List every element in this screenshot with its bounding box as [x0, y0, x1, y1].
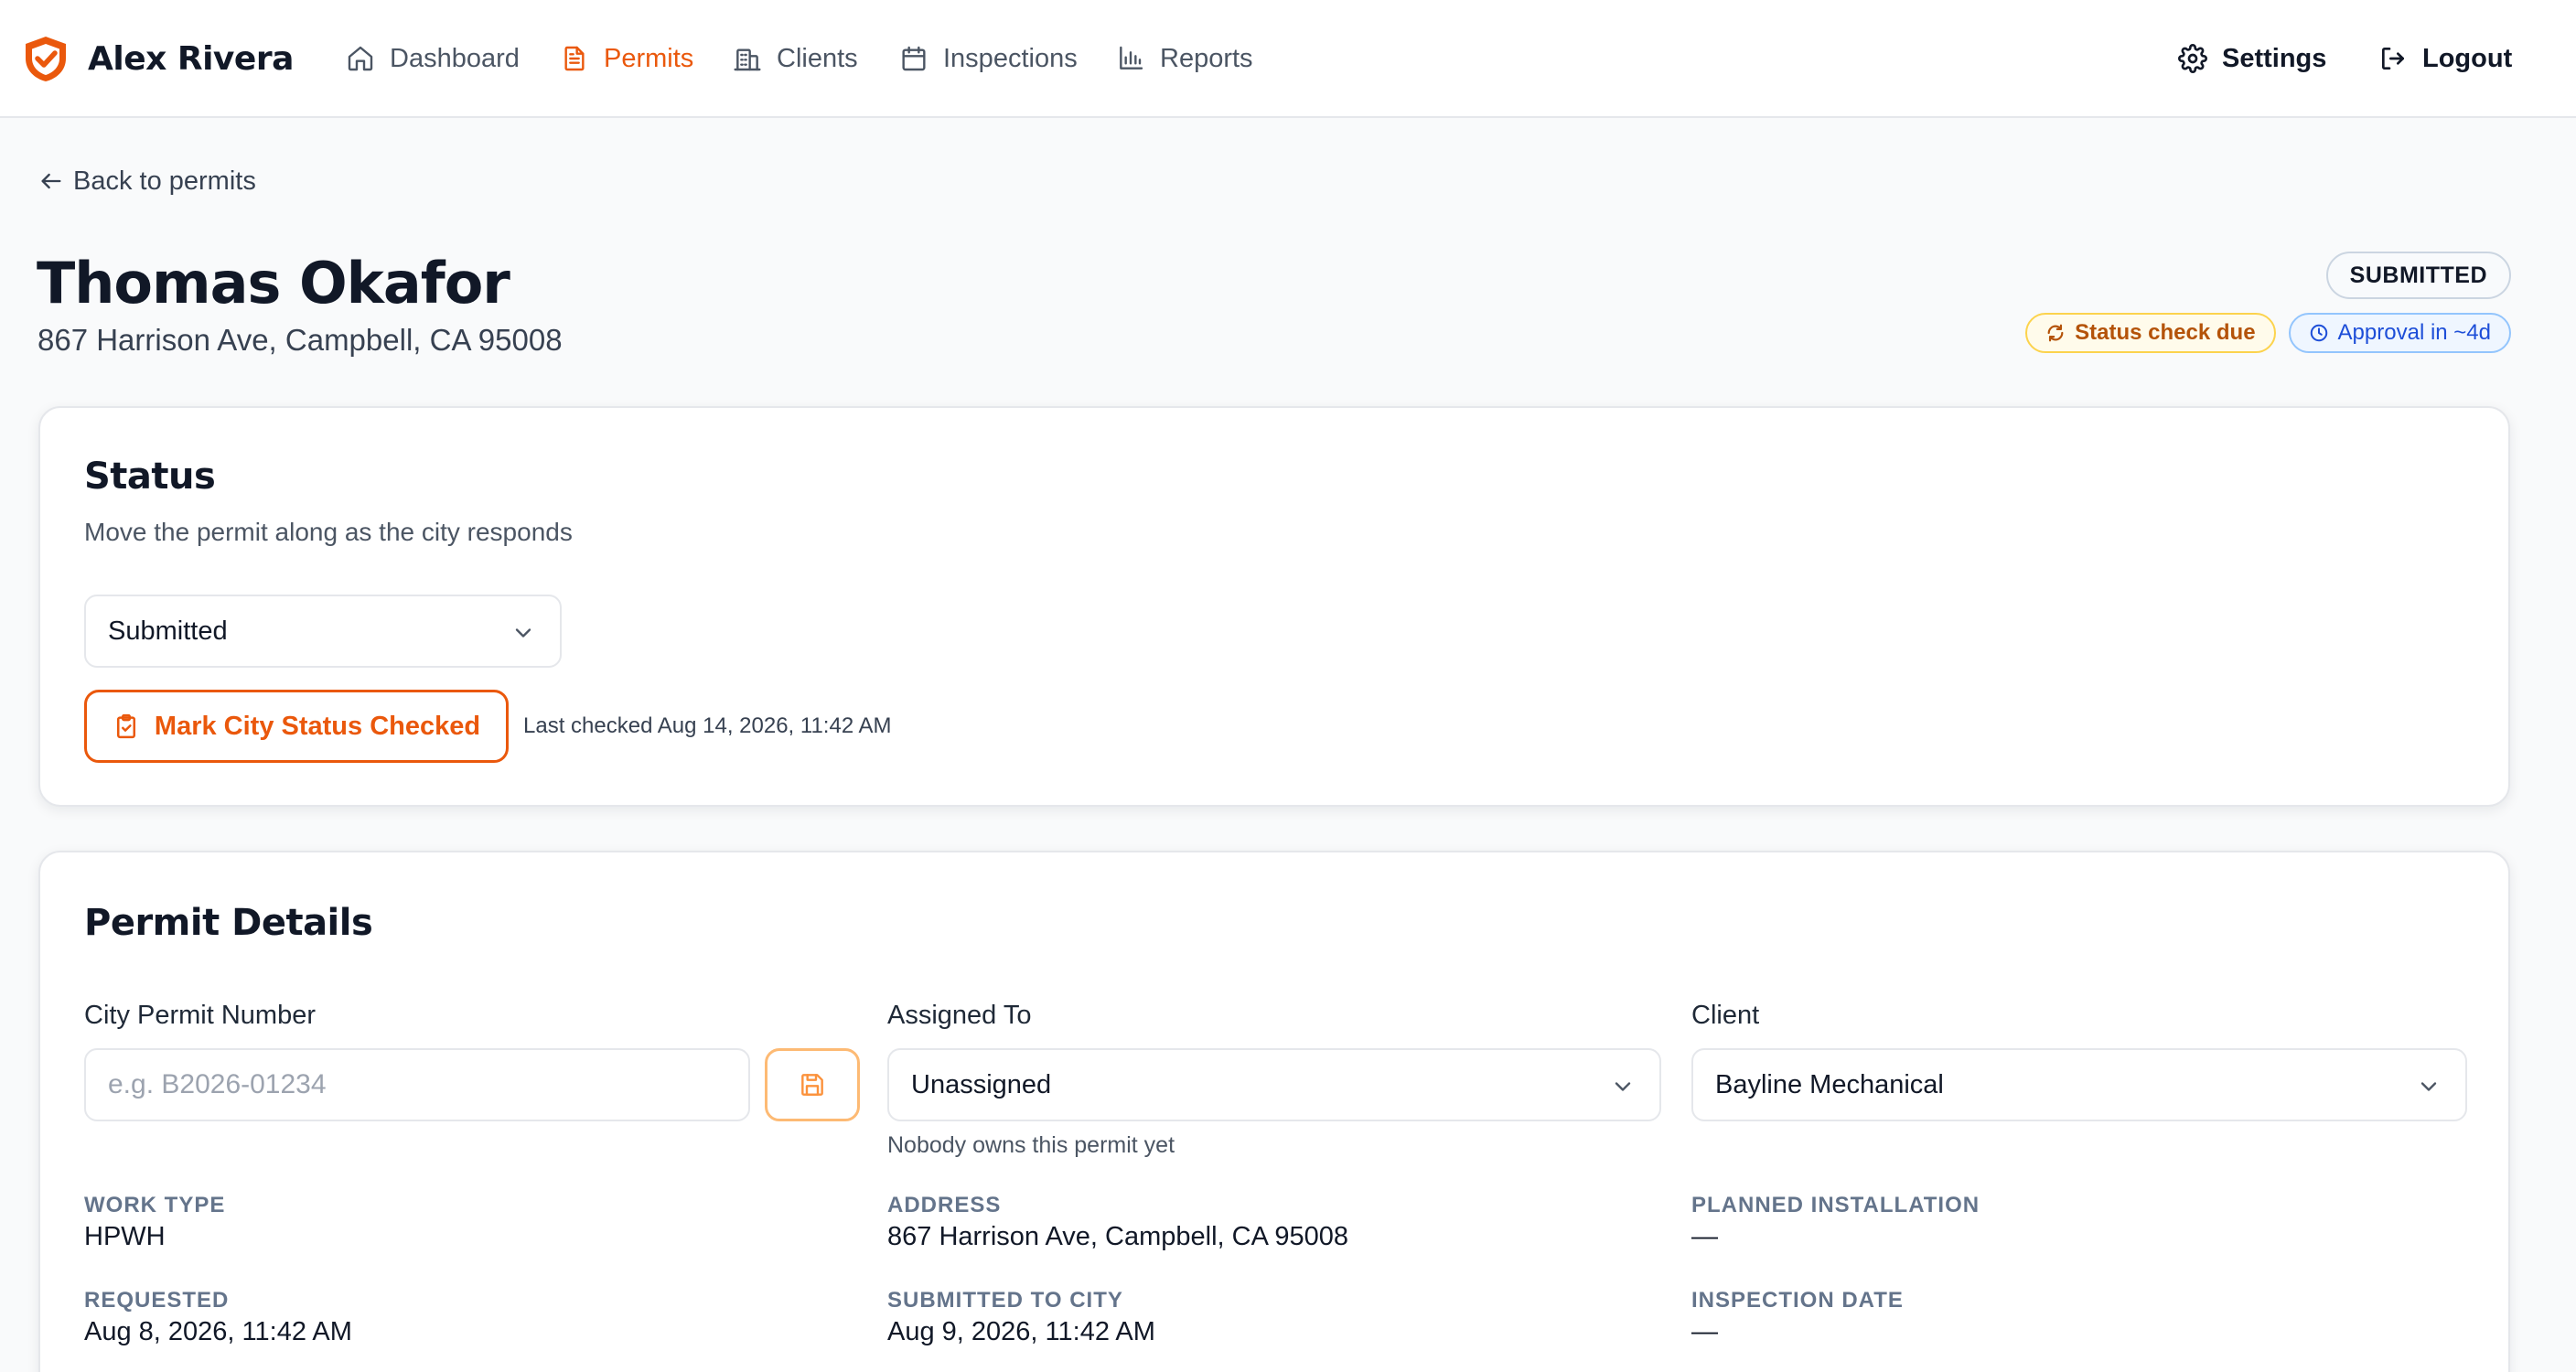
status-check-due-pill: Status check due — [2025, 313, 2276, 353]
status-pills: Status check due Approval in ~4d — [2025, 313, 2511, 353]
document-icon — [564, 46, 585, 71]
status-card-description: Move the permit along as the city respon… — [84, 518, 573, 546]
nav-clients[interactable]: Clients — [733, 37, 858, 80]
bar-chart-icon — [1120, 46, 1143, 70]
nav-permits[interactable]: Permits — [560, 37, 693, 80]
clipboard-check-icon — [116, 713, 135, 739]
permit-details-title: Permit Details — [84, 902, 373, 944]
home-icon — [348, 46, 373, 71]
clock-icon — [2310, 324, 2327, 342]
address-value: 867 Harrison Ave, Campbell, CA 95008 — [887, 1222, 1349, 1251]
assigned-to-select[interactable]: Unassigned — [887, 1048, 1661, 1121]
last-checked-timestamp: Last checked Aug 14, 2026, 11:42 AM — [523, 713, 892, 738]
settings-link[interactable]: Settings — [2178, 37, 2326, 80]
page-address: 867 Harrison Ave, Campbell, CA 95008 — [38, 323, 563, 357]
mark-city-status-checked-button[interactable]: Mark City Status Checked — [84, 690, 509, 763]
status-card-title: Status — [84, 456, 216, 498]
requested-label: REQUESTED — [84, 1288, 230, 1313]
save-icon — [801, 1074, 823, 1096]
nav-dashboard-label: Dashboard — [390, 43, 520, 73]
work-type-label: WORK TYPE — [84, 1193, 226, 1217]
status-check-due-label: Status check due — [2075, 320, 2256, 345]
assigned-to-label: Assigned To — [887, 1001, 1032, 1030]
brand-name: Alex Rivera — [88, 39, 294, 78]
refresh-icon — [2047, 324, 2064, 342]
nav-clients-label: Clients — [777, 43, 858, 73]
settings-label: Settings — [2222, 43, 2327, 73]
nav-inspections[interactable]: Inspections — [899, 37, 1078, 80]
mark-checked-label: Mark City Status Checked — [154, 711, 481, 741]
address-label: ADDRESS — [887, 1193, 1002, 1217]
calendar-icon — [902, 46, 926, 71]
status-select[interactable]: Submitted — [84, 595, 562, 668]
logout-label: Logout — [2422, 43, 2513, 73]
gear-icon — [2178, 44, 2207, 73]
work-type-value: HPWH — [84, 1222, 166, 1251]
chevron-down-icon — [1615, 1082, 1631, 1091]
chevron-down-icon — [515, 628, 531, 638]
nav-inspections-label: Inspections — [943, 43, 1078, 73]
planned-installation-value: — — [1691, 1222, 1718, 1251]
page-title: Thomas Okafor — [37, 250, 510, 316]
nav-permits-label: Permits — [604, 43, 694, 73]
save-permit-number-button[interactable] — [765, 1048, 860, 1121]
back-link-label: Back to permits — [73, 166, 256, 196]
inspection-date-label: INSPECTION DATE — [1691, 1288, 1904, 1313]
brand[interactable]: Alex Rivera — [20, 33, 294, 84]
top-nav: Alex Rivera Dashboard Permits Clients In… — [0, 0, 2576, 118]
inspection-date-value: — — [1691, 1317, 1718, 1346]
logout-icon — [2382, 48, 2404, 70]
approval-eta-label: Approval in ~4d — [2337, 320, 2491, 345]
status-select-value: Submitted — [108, 616, 228, 646]
building-icon — [734, 48, 761, 71]
status-card: Status Move the permit along as the city… — [38, 406, 2510, 807]
status-badge: SUBMITTED — [2325, 252, 2511, 299]
client-select[interactable]: Bayline Mechanical — [1691, 1048, 2467, 1121]
permit-details-card: Permit Details City Permit Number e.g. B… — [38, 851, 2510, 1372]
arrow-left-icon — [41, 173, 61, 189]
assigned-helper-text: Nobody owns this permit yet — [887, 1132, 1175, 1158]
logout-link[interactable]: Logout — [2378, 37, 2512, 80]
shield-check-logo-icon — [26, 37, 66, 81]
requested-value: Aug 8, 2026, 11:42 AM — [84, 1317, 352, 1346]
city-permit-input[interactable]: e.g. B2026-01234 — [84, 1048, 750, 1121]
nav-reports[interactable]: Reports — [1116, 37, 1253, 80]
back-to-permits-link[interactable]: Back to permits — [38, 163, 256, 199]
submitted-to-city-label: SUBMITTED TO CITY — [887, 1288, 1123, 1313]
assigned-to-value: Unassigned — [911, 1069, 1052, 1099]
city-permit-placeholder: e.g. B2026-01234 — [108, 1069, 327, 1099]
planned-installation-label: PLANNED INSTALLATION — [1691, 1193, 1980, 1217]
submitted-to-city-value: Aug 9, 2026, 11:42 AM — [887, 1317, 1155, 1346]
nav-reports-label: Reports — [1160, 43, 1253, 73]
city-permit-label: City Permit Number — [84, 1001, 316, 1030]
client-value: Bayline Mechanical — [1715, 1069, 1944, 1099]
nav-dashboard[interactable]: Dashboard — [346, 37, 520, 80]
chevron-down-icon — [2420, 1082, 2437, 1091]
client-label: Client — [1691, 1001, 1760, 1030]
approval-eta-pill: Approval in ~4d — [2288, 313, 2511, 353]
